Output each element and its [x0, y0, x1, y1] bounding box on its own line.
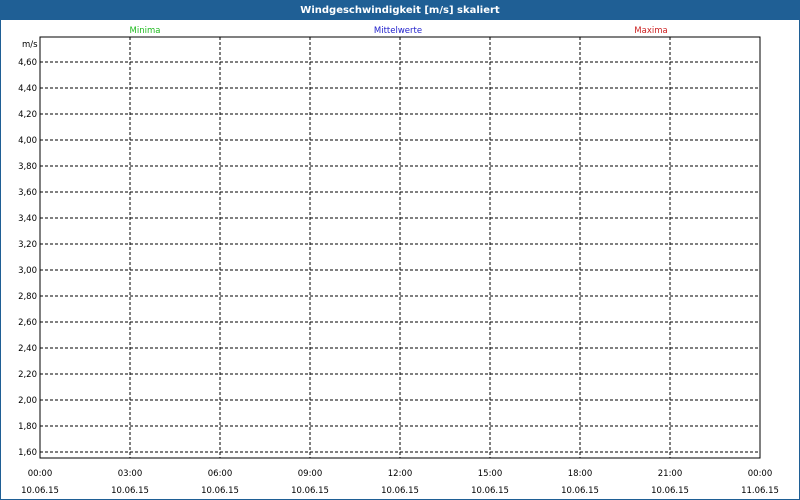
y-tick-label: 1,60 — [18, 448, 37, 458]
x-tick-time-label: 21:00 — [658, 469, 683, 479]
y-tick-label: 3,00 — [18, 266, 37, 276]
y-tick-label: 2,60 — [18, 318, 37, 328]
x-tick-date-label: 10.06.15 — [651, 486, 689, 496]
x-tick-time-label: 09:00 — [298, 469, 323, 479]
y-tick-label: 3,80 — [18, 162, 37, 172]
x-tick-date-label: 10.06.15 — [381, 486, 419, 496]
y-tick-label: 2,00 — [18, 396, 37, 406]
y-tick-label: 4,60 — [18, 58, 37, 68]
y-tick-label: 4,20 — [18, 110, 37, 120]
x-tick-time-label: 06:00 — [208, 469, 233, 479]
y-tick-label: 1,80 — [18, 422, 37, 432]
x-tick-time-label: 15:00 — [478, 469, 503, 479]
x-tick-date-label: 10.06.15 — [561, 486, 599, 496]
y-tick-label: 3,40 — [18, 214, 37, 224]
x-tick-date-label: 10.06.15 — [201, 486, 239, 496]
x-tick-date-label: 10.06.15 — [21, 486, 59, 496]
y-tick-label: 4,40 — [18, 84, 37, 94]
y-tick-label: 3,60 — [18, 188, 37, 198]
x-tick-date-label: 10.06.15 — [111, 486, 149, 496]
x-tick-time-label: 18:00 — [568, 469, 593, 479]
y-tick-label: 2,40 — [18, 344, 37, 354]
x-tick-date-label: 10.06.15 — [471, 486, 509, 496]
y-tick-label: 4,00 — [18, 136, 37, 146]
y-axis-label: m/s — [22, 40, 38, 50]
x-tick-time-label: 03:00 — [118, 469, 143, 479]
x-tick-time-label: 00:00 — [28, 469, 53, 479]
legend-entry: Maxima — [634, 26, 667, 36]
y-tick-label: 2,20 — [18, 370, 37, 380]
x-tick-time-label: 12:00 — [388, 469, 413, 479]
x-tick-time-label: 00:00 — [748, 469, 773, 479]
x-tick-date-label: 11.06.15 — [741, 486, 779, 496]
x-tick-date-label: 10.06.15 — [291, 486, 329, 496]
y-tick-label: 3,20 — [18, 240, 37, 250]
legend-entry: Mittelwerte — [374, 26, 422, 36]
y-tick-label: 2,80 — [18, 292, 37, 302]
legend-entry: Minima — [130, 26, 161, 36]
chart-area: m/s 4,60 4,40 4,20 4,00 3,80 3,60 3,40 3,20 3,00… — [18, 26, 779, 496]
